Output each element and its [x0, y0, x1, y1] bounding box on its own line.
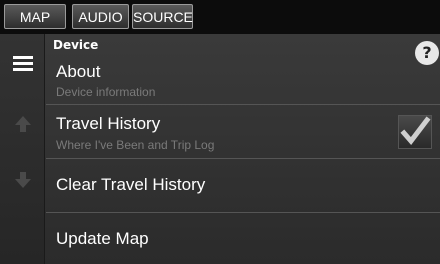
list-item-update-map[interactable]: Update Map: [46, 212, 440, 264]
item-label: About: [56, 62, 101, 81]
tab-audio[interactable]: AUDIO: [72, 4, 129, 29]
item-sublabel: Where I've Been and Trip Log: [56, 138, 215, 152]
item-label: Travel History: [56, 114, 161, 133]
list-item-clear-travel-history[interactable]: Clear Travel History: [46, 158, 440, 213]
checkmark-icon: [400, 116, 431, 145]
settings-panel: Device ? About Device information Travel…: [0, 34, 440, 264]
top-tab-bar: MAP AUDIO SOURCE: [0, 0, 440, 34]
arrow-down-icon[interactable]: [14, 170, 32, 190]
arrow-up-icon[interactable]: [14, 114, 32, 134]
tab-map[interactable]: MAP: [4, 4, 66, 29]
list-item-about[interactable]: About Device information: [46, 52, 440, 105]
tab-source[interactable]: SOURCE: [132, 4, 193, 29]
hamburger-menu-icon[interactable]: [13, 56, 33, 72]
list-item-travel-history[interactable]: Travel History Where I've Been and Trip …: [46, 104, 440, 159]
item-sublabel: Device information: [56, 85, 156, 99]
item-label: Update Map: [56, 229, 149, 248]
travel-history-checkbox[interactable]: [398, 115, 432, 149]
item-label: Clear Travel History: [56, 175, 206, 194]
section-title: Device: [53, 38, 99, 52]
sidebar: [0, 34, 45, 264]
